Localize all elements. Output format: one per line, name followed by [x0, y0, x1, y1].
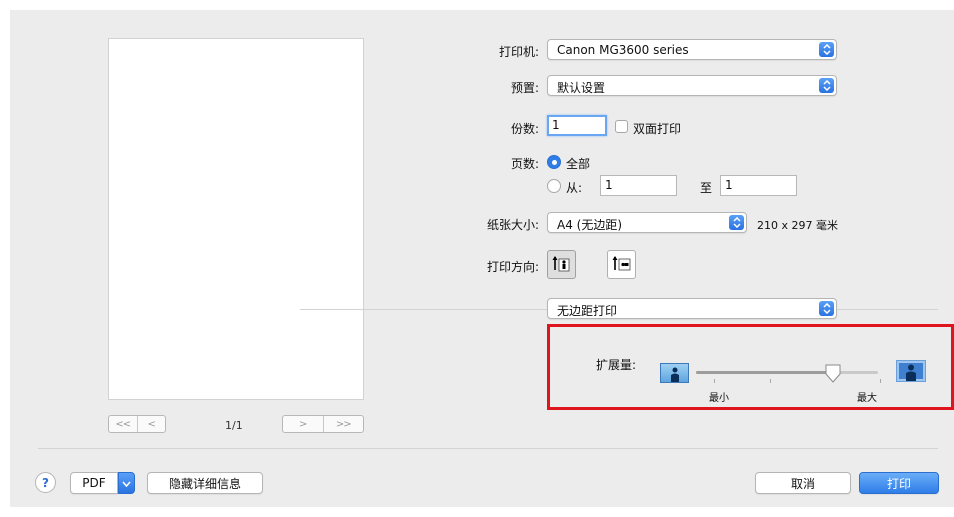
print-preview-page	[108, 38, 364, 400]
paper-size-select[interactable]: A4 (无边距)	[547, 212, 747, 233]
first-page-button[interactable]: <<	[109, 416, 137, 432]
paper-size-value: A4 (无边距)	[557, 218, 623, 232]
pdf-menu-button[interactable]	[118, 472, 135, 494]
paper-dimensions: 210 x 297 毫米	[757, 219, 838, 232]
pages-all-radio[interactable]	[547, 155, 561, 169]
pages-from-field[interactable]: 1	[600, 175, 677, 196]
next-page-button[interactable]: >	[283, 416, 323, 432]
presets-label: 预置:	[510, 81, 539, 95]
duplex-checkbox[interactable]	[615, 120, 628, 133]
pdf-button[interactable]: PDF	[70, 472, 118, 494]
presets-select[interactable]: 默认设置	[547, 75, 837, 96]
print-dialog: << < 1/1 > >> 打印机: Canon MG3600 series 预…	[10, 10, 954, 507]
landscape-orientation-icon	[612, 253, 632, 276]
preview-nav-forward-group: > >>	[282, 415, 364, 433]
printer-select[interactable]: Canon MG3600 series	[547, 39, 837, 60]
copies-field[interactable]: 1	[547, 115, 607, 136]
updown-arrows-icon	[819, 78, 834, 93]
section-value: 无边距打印	[557, 304, 618, 318]
footer-divider	[38, 448, 938, 449]
paper-size-label: 纸张大小:	[486, 218, 539, 232]
updown-arrows-icon	[819, 301, 834, 316]
pages-from-label: 从:	[566, 181, 583, 195]
highlight-box	[547, 324, 954, 410]
help-button[interactable]: ?	[35, 472, 56, 493]
portrait-orientation-button[interactable]	[547, 250, 576, 279]
presets-value: 默认设置	[557, 81, 606, 95]
previous-page-button[interactable]: <	[136, 416, 166, 432]
updown-arrows-icon	[819, 42, 834, 57]
cancel-button[interactable]: 取消	[755, 472, 851, 494]
orientation-label: 打印方向:	[486, 260, 539, 274]
preview-nav-back-group: << <	[108, 415, 166, 433]
chevron-down-icon	[122, 476, 131, 490]
printer-label: 打印机:	[498, 45, 539, 59]
landscape-orientation-button[interactable]	[607, 250, 636, 279]
copies-label: 份数:	[510, 122, 539, 136]
hide-details-button[interactable]: 隐藏详细信息	[147, 472, 263, 494]
portrait-orientation-icon	[552, 253, 572, 276]
pages-label: 页数:	[510, 157, 539, 171]
print-button[interactable]: 打印	[859, 472, 939, 494]
duplex-label: 双面打印	[633, 122, 682, 136]
page-indicator: 1/1	[225, 419, 243, 432]
section-select[interactable]: 无边距打印	[547, 298, 837, 319]
pages-to-field[interactable]: 1	[720, 175, 797, 196]
pages-to-label: 至	[700, 181, 713, 195]
updown-arrows-icon	[729, 215, 744, 230]
printer-value: Canon MG3600 series	[557, 43, 689, 57]
last-page-button[interactable]: >>	[322, 416, 364, 432]
pages-from-radio[interactable]	[547, 179, 561, 193]
pages-all-label: 全部	[566, 157, 591, 171]
